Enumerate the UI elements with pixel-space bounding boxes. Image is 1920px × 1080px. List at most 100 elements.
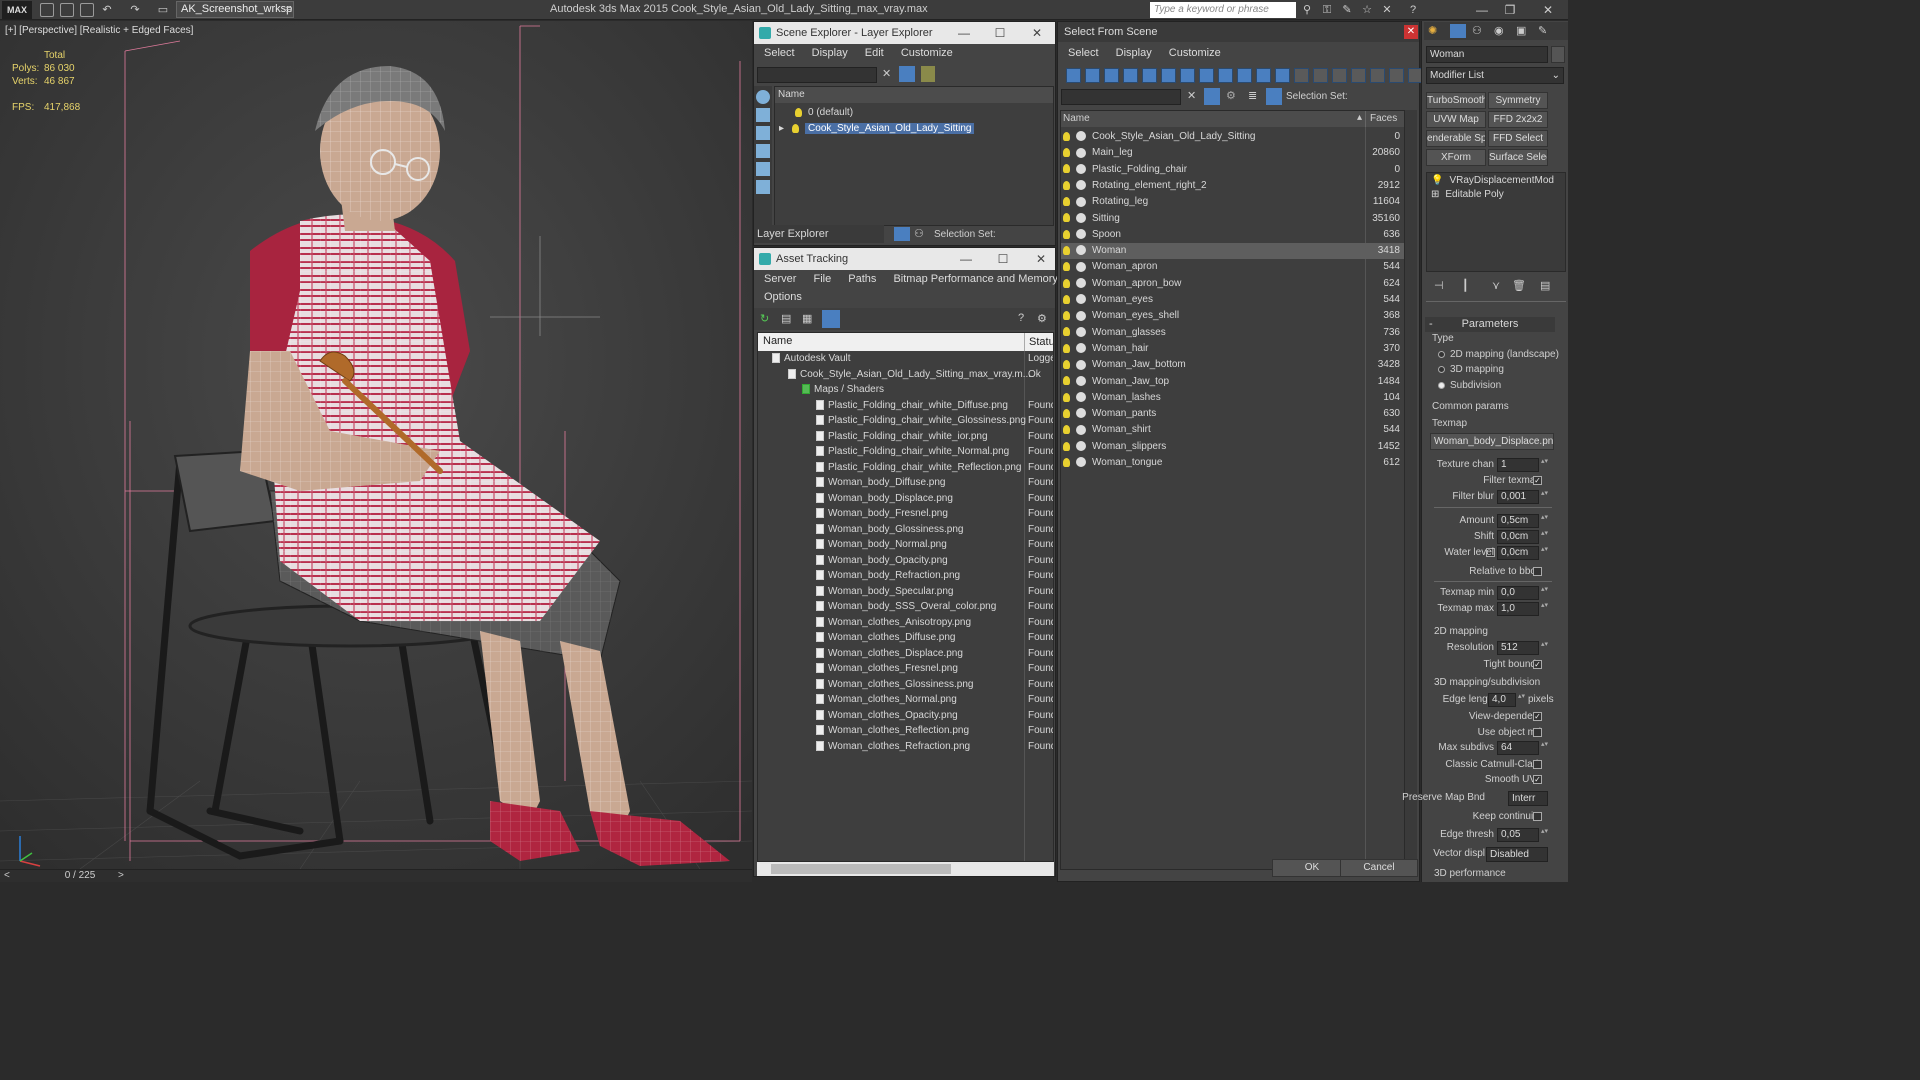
help-icon[interactable]: ? — [1406, 3, 1420, 17]
light-bulb-icon[interactable] — [1063, 425, 1070, 435]
asset-row[interactable]: Woman_clothes_Normal.png Found — [758, 692, 1053, 708]
asset-row[interactable]: Woman_clothes_Reflection.png Found — [758, 723, 1053, 739]
radio-2d-mapping[interactable]: 2D mapping (landscape) — [1438, 349, 1559, 360]
expand-arrow-icon[interactable]: ▸ — [779, 123, 784, 134]
vector-displacement-dropdown[interactable]: Disabled — [1486, 847, 1548, 862]
preserve-map-bnd-dropdown[interactable]: Interr — [1508, 791, 1548, 806]
close-button[interactable]: ✕ — [1026, 248, 1056, 270]
asset-row[interactable]: Woman_clothes_Diffuse.png Found — [758, 630, 1053, 646]
light-bulb-icon[interactable] — [1063, 294, 1070, 304]
clear-find-icon[interactable]: ✕ — [1187, 89, 1196, 102]
view-dependent-checkbox[interactable]: ✓ — [1533, 712, 1542, 721]
menu-server[interactable]: Server — [764, 273, 796, 285]
symmetry-button[interactable]: Symmetry — [1488, 92, 1548, 109]
workspace-dropdown[interactable]: AK_Screenshot_wrksp — [176, 1, 294, 18]
menu-customize[interactable]: Customize — [901, 47, 953, 59]
menu-bitmap-performance[interactable]: Bitmap Performance and Memory — [893, 273, 1057, 285]
groups-icon[interactable] — [1199, 68, 1214, 83]
redo-icon[interactable]: ↷ — [128, 3, 142, 17]
light-bulb-icon[interactable] — [1063, 311, 1070, 321]
show-end-result-icon[interactable]: ┃ — [1462, 279, 1469, 292]
select-all-icon[interactable] — [1313, 68, 1328, 83]
object-row[interactable]: Woman 3418 — [1061, 243, 1404, 260]
time-slider[interactable]: < 0 / 225 > — [0, 869, 752, 882]
motion-tab-icon[interactable]: ◉ — [1494, 24, 1504, 37]
tools-icon[interactable]: ✎ — [1340, 3, 1354, 17]
object-color-swatch[interactable] — [1551, 46, 1565, 63]
display-lights-icon[interactable] — [756, 144, 770, 158]
object-row[interactable]: Woman_apron_bow 624 — [1061, 276, 1404, 292]
surface-select-button[interactable]: Surface Select — [1488, 149, 1548, 166]
close-button[interactable]: ✕ — [1536, 2, 1560, 18]
light-bulb-icon[interactable] — [1063, 376, 1070, 386]
tight-bounds-checkbox[interactable]: ✓ — [1533, 660, 1542, 669]
light-bulb-icon[interactable] — [1063, 360, 1070, 370]
xform-button[interactable]: XForm — [1426, 149, 1486, 166]
radio-subdivision[interactable]: Subdivision — [1438, 380, 1501, 391]
menu-display[interactable]: Display — [812, 47, 848, 59]
classic-catmull-clark-checkbox[interactable] — [1533, 760, 1542, 769]
asset-row[interactable]: Woman_body_SSS_Overal_color.png Found — [758, 599, 1053, 615]
display-helpers-icon[interactable] — [756, 180, 770, 194]
asset-row[interactable]: Plastic_Folding_chair_white_Glossiness.p… — [758, 413, 1053, 429]
asset-row[interactable]: Cook_Style_Asian_Old_Lady_Sitting_max_vr… — [758, 367, 1053, 383]
minimize-button[interactable]: — — [951, 248, 981, 270]
asset-row[interactable]: Autodesk Vault Logge — [758, 351, 1053, 367]
vertical-scrollbar[interactable] — [1405, 110, 1417, 870]
geometry-icon[interactable] — [1085, 68, 1100, 83]
layers-icon[interactable] — [894, 227, 910, 241]
display-shapes-icon[interactable] — [756, 126, 770, 140]
object-row[interactable]: Sitting 35160 — [1061, 211, 1404, 227]
resolution-spinner[interactable]: 512 — [1497, 641, 1539, 655]
light-bulb-icon[interactable] — [792, 123, 800, 133]
asset-row[interactable]: Woman_body_Normal.png Found — [758, 537, 1053, 553]
close-button[interactable]: ✕ — [1404, 25, 1418, 39]
asset-row[interactable]: Woman_body_Glossiness.png Found — [758, 522, 1053, 538]
explorer-type-dropdown[interactable]: Layer Explorer — [754, 225, 884, 243]
menu-select[interactable]: Select — [1068, 47, 1099, 59]
light-bulb-icon[interactable] — [1063, 392, 1070, 402]
light-bulb-icon[interactable] — [1063, 197, 1070, 207]
edge-thresh-spinner[interactable]: 0,05 — [1497, 828, 1539, 842]
binoculars-icon[interactable]: ⚲ — [1300, 3, 1314, 17]
column-header-name[interactable]: Name — [775, 87, 1053, 103]
menu-customize[interactable]: Customize — [1169, 47, 1221, 59]
cameras-icon[interactable] — [1142, 68, 1157, 83]
table-view-icon[interactable] — [822, 310, 840, 328]
object-row[interactable]: Woman_glasses 736 — [1061, 325, 1404, 341]
asset-row[interactable]: Woman_body_Diffuse.png Found — [758, 475, 1053, 491]
modify-tab-icon[interactable] — [1450, 24, 1466, 38]
asset-row[interactable]: Woman_clothes_Displace.png Found — [758, 646, 1053, 662]
xrefs-icon[interactable] — [1218, 68, 1233, 83]
frozen-icon[interactable] — [1275, 68, 1290, 83]
light-bulb-icon[interactable] — [1063, 327, 1070, 337]
workspace-menu-icon[interactable]: ≡ — [282, 3, 296, 17]
minimize-button[interactable]: — — [1470, 2, 1494, 18]
sort-icon[interactable] — [1370, 68, 1385, 83]
parameters-rollout-header[interactable]: - Parameters — [1425, 317, 1555, 332]
layer-default[interactable]: 0 (default) — [795, 105, 853, 121]
clear-find-icon[interactable]: ✕ — [882, 67, 891, 80]
asset-row[interactable]: Woman_body_Fresnel.png Found — [758, 506, 1053, 522]
relative-to-bbox-checkbox[interactable] — [1533, 567, 1542, 576]
list-icon[interactable]: ▤ — [781, 312, 795, 326]
filter-blur-spinner[interactable]: 0,001 — [1497, 490, 1539, 504]
hierarchy-icon[interactable] — [1266, 88, 1282, 105]
save-file-icon[interactable] — [80, 3, 94, 17]
display-tab-icon[interactable]: ▣ — [1516, 24, 1526, 37]
invert-selection-icon[interactable] — [1351, 68, 1366, 83]
asset-row[interactable]: Woman_clothes_Glossiness.png Found — [758, 677, 1053, 693]
hidden-icon[interactable] — [1294, 68, 1309, 83]
asset-tracking-titlebar[interactable]: Asset Tracking — ☐ ✕ — [754, 248, 1055, 270]
object-row[interactable]: Woman_Jaw_top 1484 — [1061, 374, 1404, 390]
remove-modifier-icon[interactable]: 🗑 — [1512, 279, 1526, 292]
make-unique-icon[interactable]: ⋎ — [1492, 279, 1500, 292]
water-level-spinner[interactable]: 0,0cm — [1497, 546, 1539, 560]
prev-frame-icon[interactable]: < — [4, 870, 10, 881]
cancel-button[interactable]: Cancel — [1340, 859, 1418, 877]
tree-icon[interactable]: ▦ — [802, 312, 816, 326]
smooth-uvs-checkbox[interactable]: ✓ — [1533, 775, 1542, 784]
shapes-icon[interactable] — [1104, 68, 1119, 83]
bones-icon[interactable] — [1237, 68, 1252, 83]
light-bulb-icon[interactable] — [1063, 164, 1070, 174]
